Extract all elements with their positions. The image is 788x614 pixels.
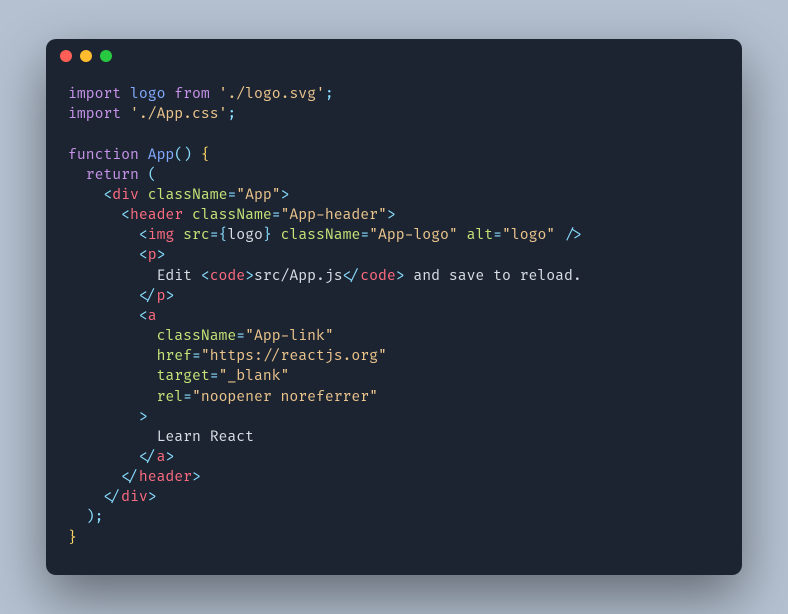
code-token-from: from (174, 86, 209, 103)
code-token-str: "noopener noreferrer" (192, 389, 378, 406)
code-window: import logo from './logo.svg'; import '.… (46, 39, 742, 575)
code-token-punc: < (139, 247, 148, 264)
code-token-punc: </ (121, 469, 139, 486)
code-token-attr: className (281, 227, 361, 244)
code-token-tag: header (130, 207, 183, 224)
zoom-icon[interactable] (100, 50, 112, 62)
code-token-punc: /> (564, 227, 582, 244)
code-token-punc: > (245, 268, 254, 285)
code-area: import logo from './logo.svg'; import '.… (46, 73, 742, 575)
code-token-punc: () (174, 147, 192, 164)
code-token-punc: </ (103, 489, 121, 506)
code-token-def: App (148, 147, 175, 164)
code-token-punc: < (139, 308, 148, 325)
code-token-str: "https://reactjs.org" (201, 348, 387, 365)
code-token-attr: className (157, 328, 237, 345)
code-token-punc: < (103, 187, 112, 204)
code-token-tag: div (112, 187, 139, 204)
code-token-punc: </ (139, 449, 157, 466)
close-icon[interactable] (60, 50, 72, 62)
code-token-tag: div (121, 489, 148, 506)
code-token-punc: < (139, 227, 148, 244)
code-token-punc: > (396, 268, 405, 285)
code-token-brace: } (68, 530, 77, 547)
code-token-attr: className (148, 187, 228, 204)
window-titlebar (46, 39, 742, 73)
code-token-punc: = (210, 227, 219, 244)
code-token-punc: = (360, 227, 369, 244)
code-token-str: "App-link" (245, 328, 334, 345)
code-token-kw: function (68, 147, 139, 164)
code-token-attr: rel (157, 389, 184, 406)
code-token-tag: code (360, 268, 395, 285)
code-token-text: src/App.js (254, 268, 343, 285)
code-token-punc: </ (343, 268, 361, 285)
code-token-punc: } (263, 227, 272, 244)
code-token-punc: = (272, 207, 281, 224)
code-token-punc: < (121, 207, 130, 224)
code-token-attr: href (157, 348, 192, 365)
code-token-punc: = (210, 368, 219, 385)
code-token-tag: img (148, 227, 175, 244)
code-token-punc: > (165, 449, 174, 466)
code-token-punc: </ (139, 288, 157, 305)
code-token-punc: > (192, 469, 201, 486)
code-snippet: import logo from './logo.svg'; import '.… (68, 85, 720, 549)
code-token-punc: > (281, 187, 290, 204)
code-token-punc: ); (86, 509, 104, 526)
code-token-str: "logo" (502, 227, 555, 244)
code-token-str: "App-logo" (369, 227, 458, 244)
code-token-kw: return (86, 167, 139, 184)
code-token-attr: target (157, 368, 210, 385)
code-token-punc: > (148, 489, 157, 506)
code-token-punc: = (236, 328, 245, 345)
code-token-kw: import (68, 86, 121, 103)
code-token-tag: a (148, 308, 157, 325)
code-token-punc: = (493, 227, 502, 244)
code-token-def: logo (130, 86, 165, 103)
code-token-expr: logo (227, 227, 262, 244)
code-token-str: './App.css' (130, 106, 227, 123)
code-token-punc: = (192, 348, 201, 365)
code-token-punc: = (183, 389, 192, 406)
code-token-str: "_blank" (219, 368, 290, 385)
code-token-punc: ; (227, 106, 236, 123)
code-token-text: Edit (157, 268, 201, 285)
code-token-tag: header (139, 469, 192, 486)
code-token-text: Learn React (157, 429, 254, 446)
code-token-punc: > (387, 207, 396, 224)
code-token-punc: ( (148, 167, 157, 184)
code-token-tag: p (148, 247, 157, 264)
code-token-punc: < (201, 268, 210, 285)
code-token-attr: alt (467, 227, 494, 244)
code-token-text: and save to reload. (405, 268, 582, 285)
code-token-str: "App" (236, 187, 280, 204)
code-token-punc: ; (325, 86, 334, 103)
code-token-tag: code (210, 268, 245, 285)
code-token-str: "App-header" (281, 207, 387, 224)
code-token-str: './logo.svg' (219, 86, 325, 103)
code-token-punc: > (157, 247, 166, 264)
code-token-punc: > (139, 409, 148, 426)
code-token-kw: import (68, 106, 121, 123)
minimize-icon[interactable] (80, 50, 92, 62)
code-token-attr: src (183, 227, 210, 244)
code-token-brace: { (201, 147, 210, 164)
code-token-punc: > (165, 288, 174, 305)
code-token-attr: className (192, 207, 272, 224)
code-token-punc: = (227, 187, 236, 204)
stage: import logo from './logo.svg'; import '.… (0, 0, 788, 614)
